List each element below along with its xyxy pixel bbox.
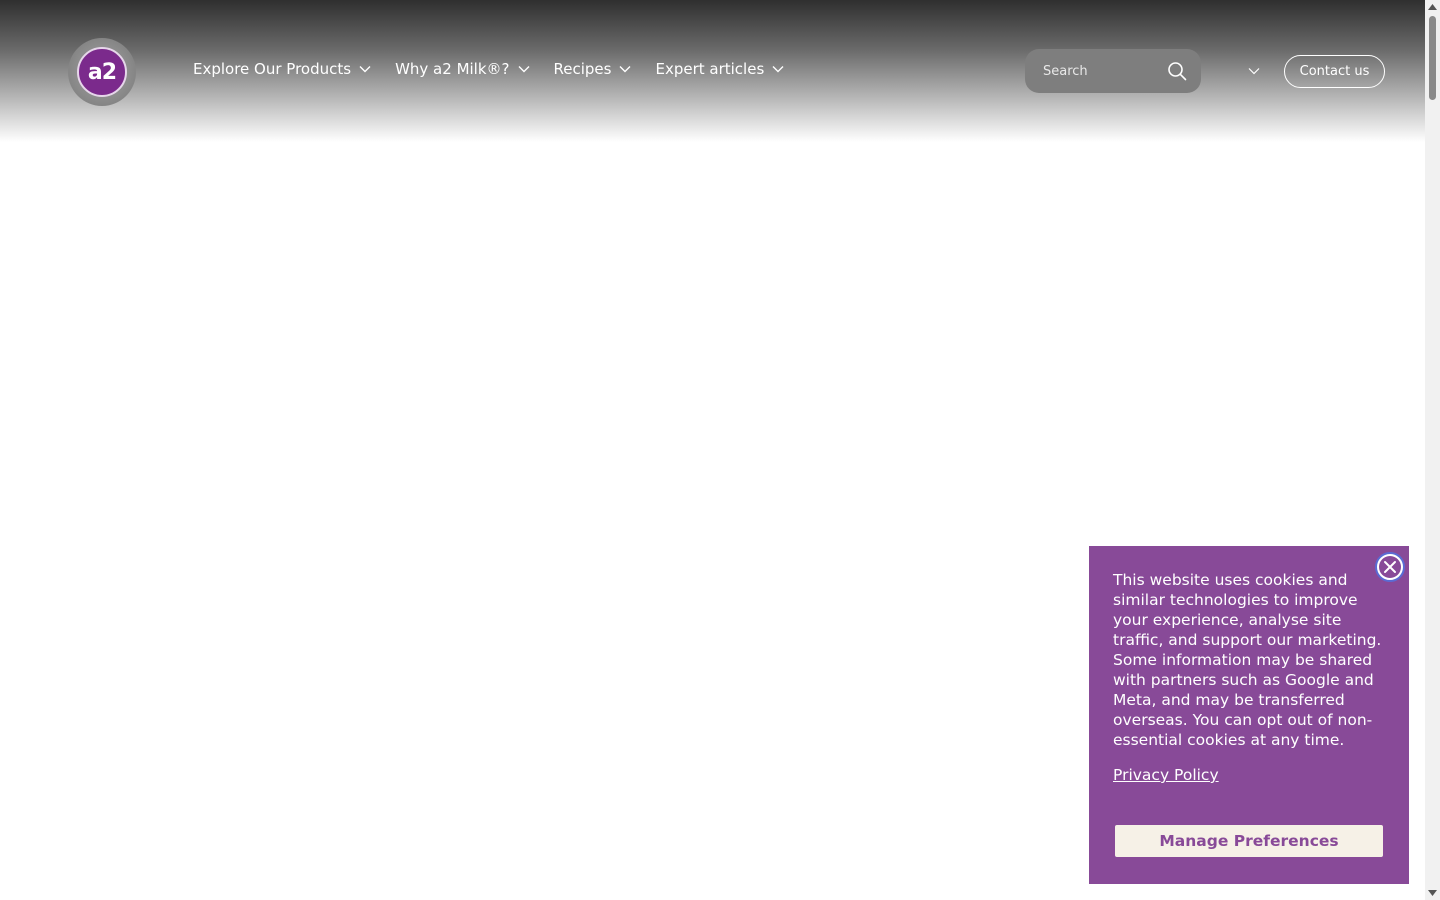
close-icon	[1384, 561, 1396, 573]
scroll-thumb[interactable]	[1429, 16, 1436, 100]
nav-item-label: Why a2 Milk®?	[395, 60, 510, 78]
close-icon-bg	[1379, 556, 1401, 578]
logo-badge: a2	[77, 47, 127, 97]
privacy-policy-link[interactable]: Privacy Policy	[1113, 766, 1385, 784]
chevron-down-icon	[619, 66, 631, 73]
cookie-banner: This website uses cookies and similar te…	[1089, 546, 1409, 884]
search-box	[1025, 49, 1201, 93]
logo-text: a2	[87, 59, 117, 85]
main-nav: Explore Our Products Why a2 Milk®? Recip…	[193, 60, 784, 78]
search-icon[interactable]	[1167, 61, 1187, 81]
site-header: a2 Explore Our Products Why a2 Milk®? Re…	[0, 0, 1425, 142]
nav-item-label: Recipes	[553, 60, 612, 78]
scroll-down-arrow-icon[interactable]	[1428, 890, 1437, 896]
nav-item-why-a2-milk[interactable]: Why a2 Milk®?	[395, 60, 529, 78]
chevron-down-icon	[359, 66, 371, 73]
nav-item-label: Explore Our Products	[193, 60, 352, 78]
nav-item-label: Expert articles	[655, 60, 765, 78]
language-dropdown-chevron-icon[interactable]	[1248, 67, 1260, 75]
scroll-up-arrow-icon[interactable]	[1428, 4, 1437, 10]
nav-item-expert-articles[interactable]: Expert articles	[655, 60, 784, 78]
close-cookie-banner-button[interactable]	[1375, 552, 1405, 582]
manage-preferences-button[interactable]: Manage Preferences	[1115, 825, 1383, 857]
nav-item-recipes[interactable]: Recipes	[554, 60, 632, 78]
nav-item-explore-products[interactable]: Explore Our Products	[193, 60, 371, 78]
page: a2 Explore Our Products Why a2 Milk®? Re…	[0, 0, 1440, 900]
chevron-down-icon	[772, 66, 784, 73]
chevron-down-icon	[518, 66, 529, 73]
page-scrollbar[interactable]	[1425, 0, 1440, 900]
cookie-message: This website uses cookies and similar te…	[1113, 571, 1382, 749]
logo[interactable]: a2	[68, 38, 136, 106]
search-input[interactable]	[1041, 62, 1165, 80]
contact-us-button[interactable]: Contact us	[1284, 55, 1385, 88]
